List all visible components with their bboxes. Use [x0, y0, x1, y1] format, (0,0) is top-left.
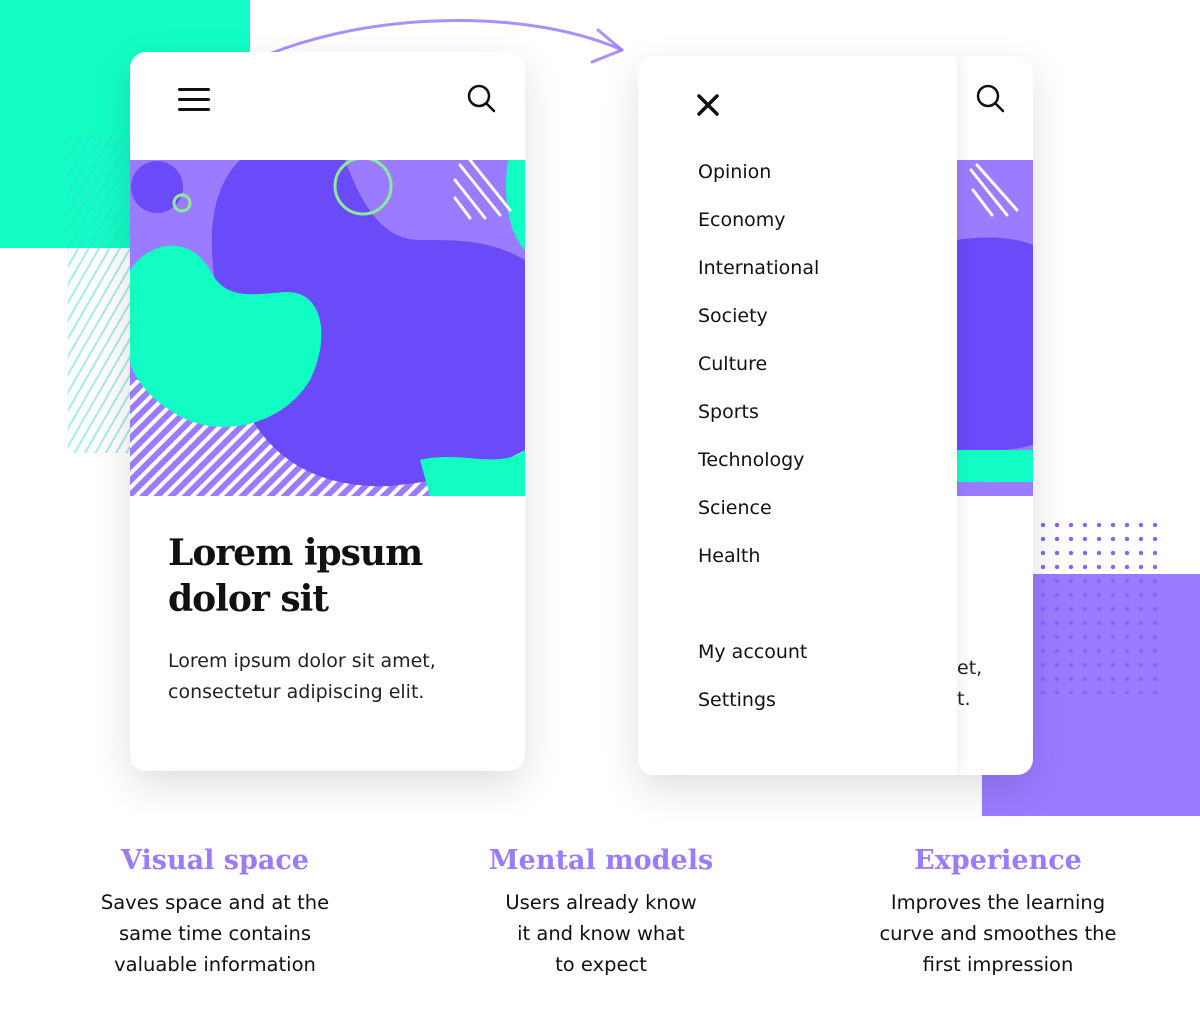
article-excerpt: Lorem ipsum dolor sit amet, consectetur … [168, 646, 436, 708]
benefit-line: Saves space and at the [100, 891, 330, 914]
menu-item-economy[interactable]: Economy [698, 209, 786, 231]
headline-line: Lorem ipsum [168, 532, 423, 574]
menu-item-my-account[interactable]: My account [698, 641, 807, 663]
menu-item-science[interactable]: Science [698, 497, 772, 519]
benefit-title: Experience [914, 845, 1082, 876]
benefit-line: it and know what [517, 922, 685, 945]
headline-line: dolor sit [168, 578, 329, 620]
search-icon[interactable] [975, 83, 1005, 113]
hamburger-icon[interactable] [178, 88, 210, 112]
menu-item-society[interactable]: Society [698, 305, 768, 327]
menu-item-opinion[interactable]: Opinion [698, 161, 771, 183]
article-excerpt-peek: et, t. [957, 653, 982, 715]
excerpt-line: consectetur adipiscing elit. [168, 681, 425, 703]
menu-item-technology[interactable]: Technology [698, 449, 804, 471]
benefit-line: Users already know [505, 891, 697, 914]
benefit-line: to expect [555, 953, 647, 976]
benefit-line: curve and smoothes the [879, 922, 1117, 945]
benefit-line: valuable information [114, 953, 316, 976]
headline: Lorem ipsum dolor sit [168, 530, 423, 622]
benefit-title: Visual space [121, 845, 309, 876]
phone-card-closed: Lorem ipsum dolor sit Lorem ipsum dolor … [130, 52, 525, 771]
decor-hatch [68, 135, 138, 453]
excerpt-line: et, [957, 657, 983, 679]
benefit-line: Improves the learning [890, 891, 1106, 914]
benefit-title: Mental models [488, 845, 714, 876]
hero-illustration [130, 160, 525, 496]
excerpt-line: Lorem ipsum dolor sit amet, [168, 650, 436, 672]
search-icon[interactable] [466, 83, 496, 113]
excerpt-line: t. [957, 688, 971, 710]
benefit-mental-models: Mental models Users already know it and … [431, 845, 771, 980]
benefit-visual-space: Visual space Saves space and at the same… [45, 845, 385, 980]
benefit-line: first impression [922, 953, 1074, 976]
nav-drawer: Opinion Economy International Society Cu… [638, 56, 957, 775]
hero-illustration-peek [957, 160, 1033, 496]
benefit-experience: Experience Improves the learning curve a… [828, 845, 1168, 980]
close-icon[interactable] [697, 94, 719, 116]
menu-item-settings[interactable]: Settings [698, 689, 776, 711]
menu-item-international[interactable]: International [698, 257, 819, 279]
menu-item-sports[interactable]: Sports [698, 401, 759, 423]
decor-dots [1036, 518, 1160, 694]
menu-item-culture[interactable]: Culture [698, 353, 767, 375]
phone-card-open: et, t. Opinion Economy International Soc… [638, 56, 1033, 775]
benefit-line: same time contains [118, 922, 312, 945]
menu-item-health[interactable]: Health [698, 545, 760, 567]
